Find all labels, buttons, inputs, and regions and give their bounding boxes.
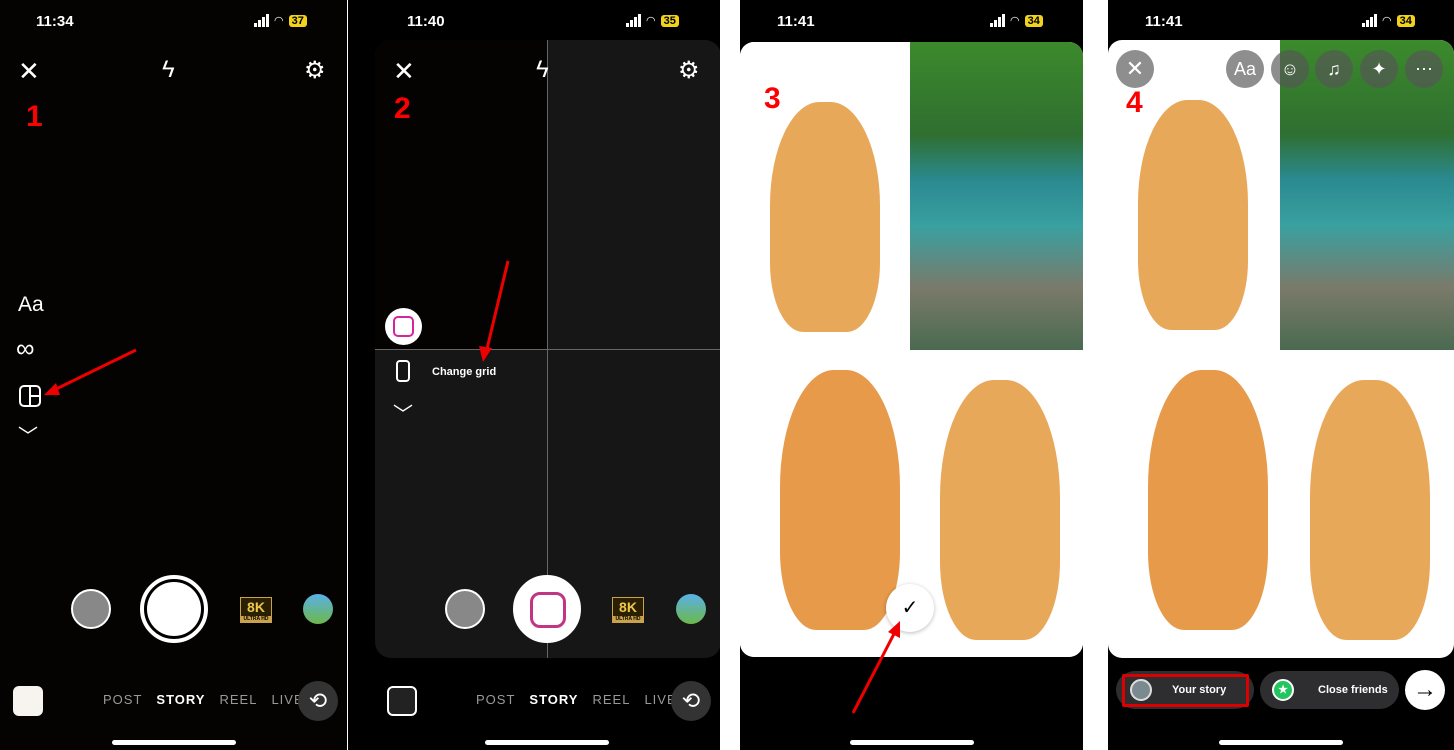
step-number: 3 (764, 82, 781, 115)
collage-preview (740, 42, 1083, 657)
effect-thumbnail[interactable] (676, 594, 706, 624)
home-indicator (112, 740, 236, 745)
wifi-icon: ◠ (274, 15, 284, 27)
effect-thumbnail[interactable] (303, 594, 333, 624)
effect-thumbnail[interactable] (71, 589, 111, 629)
chevron-down-icon[interactable]: ﹀ (18, 420, 38, 449)
panel-4: 11:41 ◠ 34 ✕ Aa ☺ ♫ ✦ ⋯ 4 Your story ★ Cl… (1108, 0, 1454, 750)
annotation-arrow (851, 621, 900, 714)
step-number: 4 (1126, 86, 1143, 119)
flip-camera-button[interactable]: ⟲ (298, 681, 338, 721)
home-indicator (1219, 740, 1343, 745)
status-time: 11:40 (407, 13, 445, 30)
layout-grid-preview (375, 40, 720, 658)
annotation-highlight (1122, 674, 1249, 707)
home-indicator (485, 740, 609, 745)
story-preview (1108, 40, 1454, 658)
battery: 35 (660, 14, 679, 27)
chevron-down-icon[interactable]: ﹀ (393, 398, 413, 427)
landscape-photo (910, 42, 1083, 350)
battery: 34 (1024, 14, 1043, 27)
battery: 37 (288, 14, 307, 27)
close-icon[interactable]: ✕ (393, 56, 415, 87)
gallery-thumbnail[interactable] (387, 686, 417, 716)
your-story-button[interactable]: Your story (1116, 671, 1254, 709)
annotation-arrow (479, 260, 510, 362)
panel-3: 11:41 ◠ 34 3 ✓ (740, 0, 1083, 750)
shutter-button[interactable] (140, 575, 208, 643)
mode-reel[interactable]: REEL (592, 692, 630, 707)
battery: 34 (1396, 14, 1415, 27)
close-icon[interactable]: ✕ (18, 56, 40, 87)
create-text-tool[interactable]: Aa (18, 293, 44, 317)
layout-mode-button[interactable] (385, 308, 422, 345)
cat-photo (740, 350, 910, 657)
dog-photo (910, 350, 1083, 657)
close-friends-button[interactable]: ★ Close friends (1260, 671, 1399, 709)
mode-reel[interactable]: REEL (219, 692, 257, 707)
settings-icon[interactable]: ⚙ (678, 56, 700, 85)
mode-selector: POST STORY REEL LIVE (103, 692, 304, 707)
status-icons: ◠ 34 (990, 14, 1043, 27)
boomerang-tool[interactable]: ∞ (16, 333, 35, 364)
annotation-arrow (44, 348, 137, 395)
layout-icon[interactable] (19, 385, 41, 407)
flip-camera-button[interactable]: ⟲ (671, 681, 711, 721)
close-friends-label: Close friends (1318, 684, 1388, 696)
music-icon[interactable]: ♫ (1315, 50, 1353, 88)
mode-post[interactable]: POST (476, 692, 515, 707)
status-time: 11:41 (1145, 13, 1183, 30)
effect-8k[interactable]: 8K ULTRA HD (612, 597, 644, 623)
step-number: 2 (394, 92, 411, 125)
step-number: 1 (26, 100, 43, 133)
mode-post[interactable]: POST (103, 692, 142, 707)
share-arrow-button[interactable]: → (1405, 670, 1445, 710)
effects-sparkle-icon[interactable]: ✦ (1360, 50, 1398, 88)
dog-photo (1280, 350, 1454, 658)
status-icons: ◠ 35 (626, 14, 679, 27)
status-icons: ◠ 37 (254, 14, 307, 27)
effect-8k[interactable]: 8K ULTRA HD (240, 597, 272, 623)
text-tool-button[interactable]: Aa (1226, 50, 1264, 88)
layout-shutter-button[interactable] (513, 575, 581, 643)
status-icons: ◠ 34 (1362, 14, 1415, 27)
status-time: 11:34 (36, 13, 74, 30)
mode-selector: POST STORY REEL LIVE (476, 692, 677, 707)
status-time: 11:41 (777, 13, 815, 30)
sticker-icon[interactable]: ☺ (1271, 50, 1309, 88)
cat-photo (1108, 350, 1280, 658)
change-grid-icon[interactable] (396, 360, 410, 382)
effect-thumbnail[interactable] (445, 589, 485, 629)
panel-1: 11:34 ◠ 37 ✕ ϟ ⚙ 1 Aa ∞ ﹀ 8K ULTRA HD POST… (0, 0, 347, 750)
settings-icon[interactable]: ⚙ (304, 56, 326, 85)
flash-off-icon[interactable]: ϟ (536, 56, 549, 84)
panel-2: 11:40 ◠ 35 ✕ ϟ ⚙ 2 Change grid ﹀ 8K ULTRA … (348, 0, 720, 750)
flash-off-icon[interactable]: ϟ (162, 56, 175, 84)
mode-story[interactable]: STORY (156, 692, 205, 707)
mode-story[interactable]: STORY (529, 692, 578, 707)
star-icon: ★ (1272, 679, 1294, 701)
home-indicator (850, 740, 974, 745)
gallery-thumbnail[interactable] (13, 686, 43, 716)
close-button[interactable]: ✕ (1116, 50, 1154, 88)
more-icon[interactable]: ⋯ (1405, 50, 1443, 88)
